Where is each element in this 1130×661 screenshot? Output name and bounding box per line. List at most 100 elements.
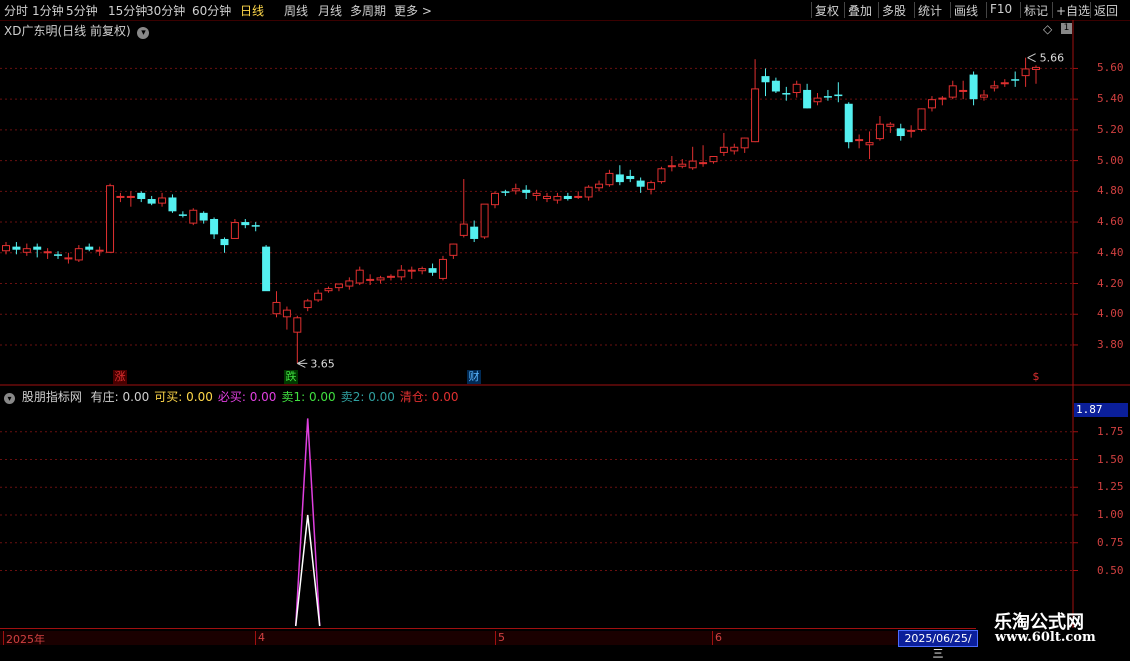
candle[interactable]: [220, 237, 229, 253]
candle[interactable]: [927, 96, 936, 112]
candle[interactable]: [938, 96, 947, 106]
candle[interactable]: [730, 143, 739, 155]
candle[interactable]: [792, 80, 801, 98]
candle[interactable]: [64, 252, 73, 264]
event-marker-3[interactable]: $: [1029, 370, 1043, 384]
candle[interactable]: [678, 159, 687, 169]
tab-period-8[interactable]: 月线: [318, 2, 342, 19]
candle[interactable]: [314, 289, 323, 302]
candle[interactable]: [428, 263, 437, 276]
candle[interactable]: [355, 266, 364, 286]
tool-button-1[interactable]: 叠加: [848, 2, 872, 19]
candle[interactable]: [699, 145, 708, 167]
candle[interactable]: [990, 80, 999, 92]
candle[interactable]: [771, 77, 780, 94]
candle[interactable]: [688, 146, 697, 170]
candle[interactable]: [532, 189, 541, 201]
tool-button-0[interactable]: 复权: [815, 2, 839, 19]
candle[interactable]: [334, 283, 343, 292]
candle[interactable]: [85, 243, 94, 252]
tool-button-7[interactable]: +自选: [1056, 2, 1090, 19]
candle[interactable]: [896, 123, 905, 141]
candle[interactable]: [147, 195, 156, 206]
candle[interactable]: [522, 185, 531, 200]
tool-button-6[interactable]: 标记: [1024, 2, 1048, 19]
candle[interactable]: [43, 248, 52, 259]
candle[interactable]: [418, 266, 427, 275]
candle[interactable]: [803, 83, 812, 109]
candle[interactable]: [740, 137, 749, 153]
candle[interactable]: [116, 192, 125, 203]
candle[interactable]: [210, 217, 219, 239]
event-marker-0[interactable]: 涨: [113, 370, 127, 384]
candle[interactable]: [366, 274, 375, 286]
candle[interactable]: [1021, 57, 1030, 87]
candle[interactable]: [106, 183, 115, 253]
tab-period-0[interactable]: 分时: [4, 2, 28, 19]
candle[interactable]: [667, 156, 676, 172]
candle[interactable]: [22, 243, 31, 256]
candle[interactable]: [168, 194, 177, 213]
tab-period-3[interactable]: 15分钟: [108, 2, 147, 19]
candle[interactable]: [595, 180, 604, 192]
candle[interactable]: [626, 169, 635, 183]
tool-button-8[interactable]: 返回: [1094, 2, 1118, 19]
tab-period-1[interactable]: 1分钟: [32, 2, 64, 19]
candle[interactable]: [470, 220, 479, 243]
candlestick-chart[interactable]: 5.66 3.65: [0, 20, 1130, 386]
candle[interactable]: [12, 242, 21, 255]
event-marker-2[interactable]: 财: [467, 370, 481, 384]
candle[interactable]: [251, 222, 260, 232]
candle[interactable]: [563, 192, 572, 201]
tab-period-5[interactable]: 60分钟: [192, 2, 231, 19]
candle[interactable]: [501, 189, 510, 196]
candle[interactable]: [95, 246, 104, 256]
tool-button-2[interactable]: 多股: [882, 2, 906, 19]
candle[interactable]: [1000, 79, 1009, 87]
candle[interactable]: [178, 211, 187, 218]
candle[interactable]: [886, 122, 895, 133]
candle[interactable]: [647, 180, 656, 195]
candle[interactable]: [241, 218, 250, 229]
candle[interactable]: [605, 169, 614, 187]
candle[interactable]: [262, 245, 271, 292]
candle[interactable]: [584, 185, 593, 201]
event-marker-1[interactable]: 跌: [284, 370, 298, 384]
tool-button-5[interactable]: F10: [990, 2, 1012, 16]
tab-period-6[interactable]: 日线: [240, 2, 264, 19]
candle[interactable]: [615, 165, 624, 186]
candle[interactable]: [1011, 71, 1020, 87]
candle[interactable]: [709, 156, 718, 164]
candle[interactable]: [449, 243, 458, 259]
candle[interactable]: [137, 191, 146, 203]
candle[interactable]: [438, 255, 447, 281]
candle[interactable]: [272, 291, 281, 318]
candle[interactable]: [511, 183, 520, 195]
candle[interactable]: [459, 179, 468, 238]
candle[interactable]: [324, 286, 333, 293]
tab-period-7[interactable]: 周线: [284, 2, 308, 19]
candle[interactable]: [33, 243, 42, 258]
candle[interactable]: [844, 102, 853, 149]
candle[interactable]: [865, 131, 874, 160]
tab-period-10[interactable]: 更多 >: [394, 2, 432, 19]
candle[interactable]: [907, 125, 916, 138]
candle[interactable]: [917, 108, 926, 132]
candle[interactable]: [480, 203, 489, 239]
candle[interactable]: [303, 298, 312, 312]
candle[interactable]: [407, 266, 416, 279]
candle[interactable]: [636, 177, 645, 193]
candle[interactable]: [959, 80, 968, 100]
candle[interactable]: [719, 132, 728, 156]
candle[interactable]: [553, 192, 562, 204]
candle[interactable]: [345, 277, 354, 290]
candle[interactable]: [189, 208, 198, 226]
candle[interactable]: [657, 166, 666, 184]
candle[interactable]: [490, 191, 499, 209]
tab-period-2[interactable]: 5分钟: [66, 2, 98, 19]
candle[interactable]: [751, 59, 760, 143]
candle[interactable]: [855, 134, 864, 149]
candle[interactable]: [397, 265, 406, 281]
candle[interactable]: [74, 245, 83, 262]
candle[interactable]: [761, 68, 770, 97]
